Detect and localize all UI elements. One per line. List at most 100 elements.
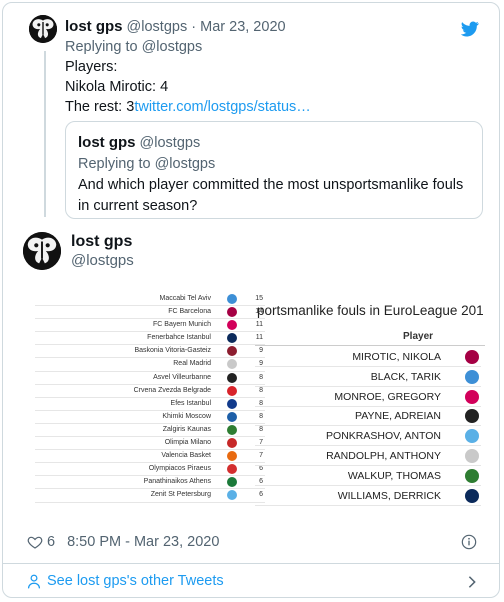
team-name: FC Bayern Munich <box>153 321 211 329</box>
tweet-date[interactable]: Mar 23, 2020 <box>200 19 285 35</box>
team-name: Olimpia Milano <box>164 439 211 447</box>
divider <box>3 563 499 564</box>
replying-to[interactable]: Replying to @lostgps <box>65 37 485 57</box>
team-logo-icon <box>465 369 479 384</box>
main-tweet-header: lost gps @lostgps <box>71 232 134 270</box>
player-name: RANDOLPH, ANTHONY <box>326 450 441 462</box>
see-more-label[interactable]: See lost gps's other Tweets <box>47 573 224 589</box>
tweet-timestamp[interactable]: 8:50 PM - Mar 23, 2020 <box>67 534 219 550</box>
player-row: PONKRASHOV, ANTON <box>255 426 481 447</box>
player-name: PONKRASHOV, ANTON <box>326 430 441 443</box>
avatar[interactable] <box>29 15 57 43</box>
team-logo-icon <box>465 449 479 463</box>
reply-tweet: lost gps @lostgps · Mar 23, 2020 Replyin… <box>65 17 485 117</box>
author-handle[interactable]: @lostgps <box>127 19 188 35</box>
info-icon[interactable] <box>461 534 477 550</box>
team-logo-icon <box>227 451 237 462</box>
tweet-meta: 6 8:50 PM - Mar 23, 2020 <box>27 534 219 550</box>
separator: · <box>191 19 197 35</box>
player-name: PAYNE, ADREIAN <box>355 410 441 423</box>
author-handle[interactable]: @lostgps <box>71 251 134 270</box>
foul-count: 11 <box>255 321 263 329</box>
team-row: Fenerbahce Istanbul 11 <box>35 332 265 346</box>
team-logo-icon <box>227 307 237 318</box>
team-name: Valencia Basket <box>161 452 211 460</box>
like-count[interactable]: 6 <box>47 534 55 550</box>
player-row: MIROTIC, NIKOLA <box>255 347 481 367</box>
team-row: Maccabi Tel Aviv 15 <box>35 293 265 307</box>
moth-icon <box>29 15 57 43</box>
team-name: Zalgiris Kaunas <box>162 425 211 433</box>
see-more-link[interactable]: See lost gps's other Tweets <box>27 573 224 589</box>
player-name: WALKUP, THOMAS <box>347 469 441 482</box>
team-name: Asvel Villeurbanne <box>153 373 211 381</box>
player-name: BLACK, TARIK <box>370 370 441 383</box>
team-logo-icon <box>465 389 479 404</box>
team-name: Efes Istanbul <box>170 399 211 407</box>
team-row: FC Barcelona 14 <box>35 306 265 320</box>
team-logo-icon <box>465 468 479 483</box>
quoted-tweet-text: And which player committed the most unsp… <box>78 177 464 214</box>
team-row: Zenit St Petersburg 6 <box>35 489 265 503</box>
team-row: Olimpia Milano 7 <box>35 437 265 451</box>
team-logo-icon <box>227 438 237 449</box>
tweet-text: The rest: <box>65 99 127 115</box>
team-logo-icon <box>227 490 237 501</box>
tweet-line: The rest: 3twitter.com/lostgps/status… <box>65 97 485 117</box>
team-logo-icon <box>227 464 237 475</box>
quoted-tweet[interactable]: lost gps @lostgps Replying to @lostgps A… <box>65 121 483 219</box>
team-name: Real Madrid <box>173 360 211 368</box>
team-row: Zalgiris Kaunas 8 <box>35 424 265 438</box>
player-row: MONROE, GREGORY <box>255 387 481 407</box>
team-row: Valencia Basket 7 <box>35 450 265 464</box>
team-name: Khimki Moscow <box>162 412 211 420</box>
team-logo-icon <box>227 398 237 409</box>
player-row: PAYNE, ADREIAN <box>255 406 481 427</box>
team-row: Efes Istanbul 8 <box>35 398 265 411</box>
avatar[interactable] <box>23 232 61 270</box>
tweet-image[interactable]: Maccabi Tel Aviv 15 FC Barcelona 14 FC Bayer… <box>23 287 485 523</box>
team-logo-icon <box>227 411 237 422</box>
quoted-replying-to: Replying to @lostgps <box>78 156 216 172</box>
team-name: Fenerbahce Istanbul <box>147 334 211 342</box>
team-row: Olympiacos Piraeus 6 <box>35 463 265 477</box>
team-name: Olympiacos Piraeus <box>148 465 211 473</box>
player-name: MIROTIC, NIKOLA <box>352 351 441 363</box>
team-logo-icon <box>227 359 237 370</box>
team-row: Crvena Zvezda Belgrade 8 <box>35 385 265 398</box>
team-logo-icon <box>227 477 237 488</box>
heart-icon[interactable] <box>27 534 43 550</box>
team-logo-icon <box>227 333 237 344</box>
image-title: portsmanlike fouls in EuroLeague 201 <box>257 303 484 318</box>
team-row: Asvel Villeurbanne 8 <box>35 372 265 385</box>
foul-count: 11 <box>255 334 263 342</box>
tweet-link[interactable]: twitter.com/lostgps/status… <box>134 99 310 115</box>
tweet-line: Players: <box>65 59 118 75</box>
team-logo-icon <box>227 294 237 304</box>
moth-icon <box>23 232 61 270</box>
team-name: Crvena Zvezda Belgrade <box>133 386 211 394</box>
player-row: BLACK, TARIK <box>255 367 481 387</box>
team-row: FC Bayern Munich 11 <box>35 319 265 333</box>
reply-tweet-header: lost gps @lostgps · Mar 23, 2020 <box>65 17 485 37</box>
author-name[interactable]: lost gps <box>65 18 123 35</box>
team-name: Panathinaikos Athens <box>143 478 211 486</box>
thread-line <box>44 51 46 217</box>
team-logo-icon <box>465 409 479 424</box>
team-name: Baskonia Vitoria-Gasteiz <box>134 347 211 355</box>
player-column-header: Player <box>403 331 434 342</box>
author-name[interactable]: lost gps <box>71 232 134 251</box>
quoted-author-name: lost gps <box>78 134 136 151</box>
team-logo-icon <box>227 346 237 357</box>
team-row: Baskonia Vitoria-Gasteiz 9 <box>35 345 265 359</box>
team-fouls-table: Maccabi Tel Aviv 15 FC Barcelona 14 FC Bayer… <box>35 293 265 503</box>
team-name: Zenit St Petersburg <box>150 491 211 499</box>
team-row: Panathinaikos Athens 6 <box>35 476 265 490</box>
team-logo-icon <box>465 488 479 503</box>
embedded-tweet-card: lost gps @lostgps · Mar 23, 2020 Replyin… <box>2 2 500 598</box>
team-logo-icon <box>227 385 237 396</box>
chevron-right-icon[interactable] <box>467 575 477 589</box>
person-icon <box>27 574 41 588</box>
team-name: Maccabi Tel Aviv <box>159 295 212 302</box>
team-logo-icon <box>227 320 237 331</box>
